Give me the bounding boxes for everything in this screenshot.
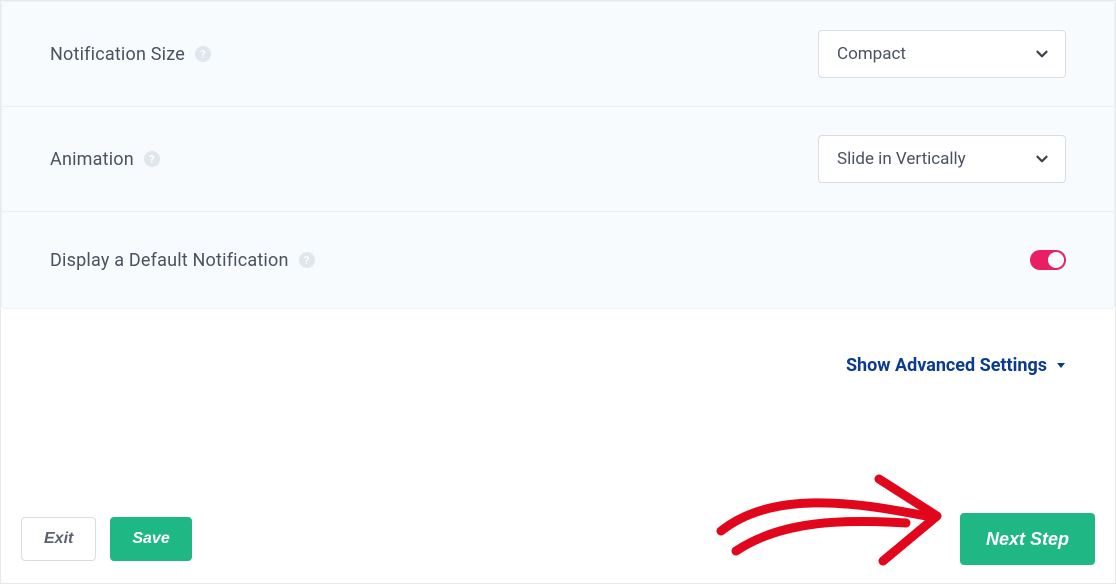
select-notification-size[interactable]: Compact bbox=[818, 30, 1066, 78]
select-animation[interactable]: Slide in Vertically bbox=[818, 135, 1066, 183]
chevron-down-icon bbox=[1033, 45, 1051, 63]
label-wrap: Animation ? bbox=[50, 149, 160, 170]
row-notification-size: Notification Size ? Compact bbox=[2, 2, 1114, 107]
footer-left: Exit Save bbox=[21, 517, 192, 561]
label-notification-size: Notification Size bbox=[50, 44, 185, 65]
help-icon[interactable]: ? bbox=[299, 252, 315, 268]
exit-button[interactable]: Exit bbox=[21, 517, 96, 561]
toggle-default-notification[interactable] bbox=[1030, 250, 1066, 270]
label-wrap: Display a Default Notification ? bbox=[50, 250, 315, 271]
row-default-notification: Display a Default Notification ? bbox=[2, 212, 1114, 308]
caret-down-icon bbox=[1055, 355, 1067, 376]
label-default-notification: Display a Default Notification bbox=[50, 250, 289, 271]
next-step-button[interactable]: Next Step bbox=[960, 513, 1095, 565]
below-panel: Show Advanced Settings bbox=[1, 309, 1115, 376]
show-advanced-settings-link[interactable]: Show Advanced Settings bbox=[25, 349, 1091, 376]
advanced-link-text: Show Advanced Settings bbox=[846, 355, 1047, 376]
select-value: Slide in Vertically bbox=[837, 149, 966, 169]
label-wrap: Notification Size ? bbox=[50, 44, 211, 65]
save-button[interactable]: Save bbox=[110, 517, 191, 561]
label-animation: Animation bbox=[50, 149, 134, 170]
settings-panel: Notification Size ? Compact Animation ? … bbox=[1, 1, 1115, 309]
row-animation: Animation ? Slide in Vertically bbox=[2, 107, 1114, 212]
help-icon[interactable]: ? bbox=[144, 151, 160, 167]
footer-bar: Exit Save Next Step bbox=[1, 495, 1115, 583]
help-icon[interactable]: ? bbox=[195, 46, 211, 62]
chevron-down-icon bbox=[1033, 150, 1051, 168]
select-value: Compact bbox=[837, 44, 906, 64]
